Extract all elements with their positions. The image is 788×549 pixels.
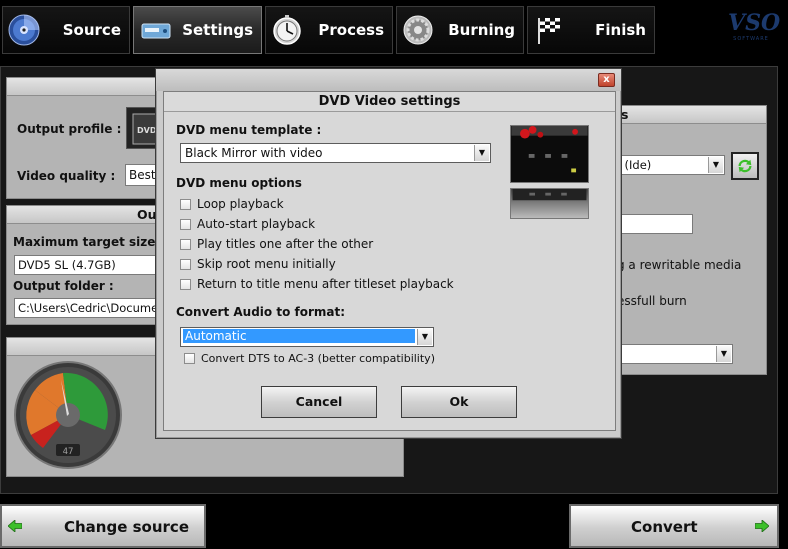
- checkbox-box[interactable]: [180, 278, 191, 290]
- tab-settings[interactable]: Settings: [133, 6, 262, 54]
- max-target-size-field[interactable]: DVD5 SL (4.7GB): [14, 255, 159, 275]
- option-label: Loop playback: [197, 197, 284, 211]
- tab-source-label: Source: [62, 21, 121, 39]
- tab-finish[interactable]: Finish: [527, 6, 655, 54]
- menu-template-label: DVD menu template :: [176, 123, 322, 137]
- refresh-button[interactable]: [731, 152, 759, 180]
- burn-option-select[interactable]: ▼: [613, 344, 733, 364]
- option-label: Convert DTS to AC-3 (better compatibilit…: [201, 352, 435, 365]
- tab-burning[interactable]: Burning: [396, 6, 524, 54]
- change-source-label: Change source: [64, 518, 189, 536]
- output-folder-field[interactable]: C:\Users\Cedric\Documen: [14, 298, 159, 318]
- disc-icon: [8, 14, 40, 46]
- tab-source[interactable]: Source: [2, 6, 130, 54]
- auto-start-checkbox[interactable]: Auto-start playback: [180, 217, 315, 231]
- tab-settings-label: Settings: [182, 21, 253, 39]
- convert-dts-checkbox[interactable]: Convert DTS to AC-3 (better compatibilit…: [184, 352, 435, 365]
- drive-select-value: : (Ide): [617, 158, 652, 172]
- menu-options-label: DVD menu options: [176, 176, 302, 190]
- output-folder-label: Output folder :: [13, 279, 114, 293]
- checkbox-box[interactable]: [184, 353, 195, 364]
- gear-disc-icon: [403, 15, 433, 45]
- logo-subtext: SOFTWARE: [733, 36, 769, 42]
- convert-audio-label: Convert Audio to format:: [176, 305, 346, 319]
- option-label: Play titles one after the other: [197, 237, 374, 251]
- checkbox-box[interactable]: [180, 258, 191, 270]
- successful-burn-text: essfull burn: [617, 294, 687, 308]
- burn-panel-title: s: [611, 106, 766, 124]
- gauge-readout: 47: [63, 447, 74, 457]
- loop-playback-checkbox[interactable]: Loop playback: [180, 197, 284, 211]
- chevron-down-icon: ▼: [716, 346, 731, 362]
- dialog-titlebar: x: [156, 69, 621, 91]
- option-label: Skip root menu initially: [197, 257, 336, 271]
- close-icon[interactable]: x: [598, 73, 615, 87]
- dialog-body: DVD Video settings DVD menu template : B…: [163, 91, 616, 431]
- menu-template-value: Black Mirror with video: [185, 146, 323, 160]
- tab-finish-label: Finish: [595, 21, 646, 39]
- tab-process[interactable]: Process: [265, 6, 393, 54]
- max-target-size-label: Maximum target size :: [13, 235, 165, 249]
- checkbox-box[interactable]: [180, 238, 191, 250]
- convert-audio-select[interactable]: Automatic ▼: [180, 327, 434, 347]
- drive-select[interactable]: : (Ide) ▼: [613, 155, 725, 175]
- ok-button[interactable]: Ok: [401, 386, 517, 418]
- vso-logo: VSO SOFTWARE: [728, 10, 781, 50]
- arrow-left-icon: [8, 520, 22, 532]
- logo-text: VSO: [728, 10, 781, 36]
- menu-preview-reflection: [510, 188, 589, 219]
- svg-text:DVD: DVD: [137, 126, 157, 135]
- rewritable-media-text: g a rewritable media: [617, 258, 742, 272]
- burn-panel: s : (Ide) ▼ g a rewritable media essfull…: [610, 105, 767, 375]
- menu-template-select[interactable]: Black Mirror with video ▼: [180, 143, 491, 163]
- dvd-video-settings-dialog: x DVD Video settings DVD menu template :…: [155, 68, 622, 439]
- return-to-title-checkbox[interactable]: Return to title menu after titleset play…: [180, 277, 454, 291]
- video-quality-label: Video quality :: [17, 169, 116, 183]
- convert-audio-value: Automatic: [183, 329, 415, 343]
- option-label: Auto-start playback: [197, 217, 316, 231]
- skip-root-menu-checkbox[interactable]: Skip root menu initially: [180, 257, 336, 271]
- stopwatch-icon: [273, 15, 301, 45]
- dialog-title: DVD Video settings: [164, 92, 615, 112]
- checkbox-box[interactable]: [180, 218, 191, 230]
- play-titles-checkbox[interactable]: Play titles one after the other: [180, 237, 373, 251]
- chevron-down-icon: ▼: [708, 157, 723, 173]
- checkbox-box[interactable]: [180, 198, 191, 210]
- change-source-button[interactable]: Change source: [0, 504, 206, 548]
- size-gauge: 47: [14, 361, 122, 469]
- convert-label: Convert: [631, 518, 698, 536]
- dvd-drive-icon: [141, 23, 171, 39]
- chevron-down-icon: ▼: [417, 329, 432, 345]
- cancel-button[interactable]: Cancel: [261, 386, 377, 418]
- convert-button[interactable]: Convert: [569, 504, 779, 548]
- checkered-flag-icon: [538, 18, 560, 44]
- arrow-right-icon: [755, 520, 769, 532]
- option-label: Return to title menu after titleset play…: [197, 277, 454, 291]
- chevron-down-icon: ▼: [474, 145, 489, 161]
- output-profile-label: Output profile :: [17, 122, 122, 136]
- tab-burning-label: Burning: [448, 21, 515, 39]
- refresh-icon: [738, 159, 752, 173]
- menu-preview-thumbnail: [510, 125, 589, 183]
- burn-text-field[interactable]: [613, 214, 693, 234]
- tab-process-label: Process: [318, 21, 384, 39]
- main-toolbar: Source Settings Process Burning Finish V…: [0, 0, 788, 60]
